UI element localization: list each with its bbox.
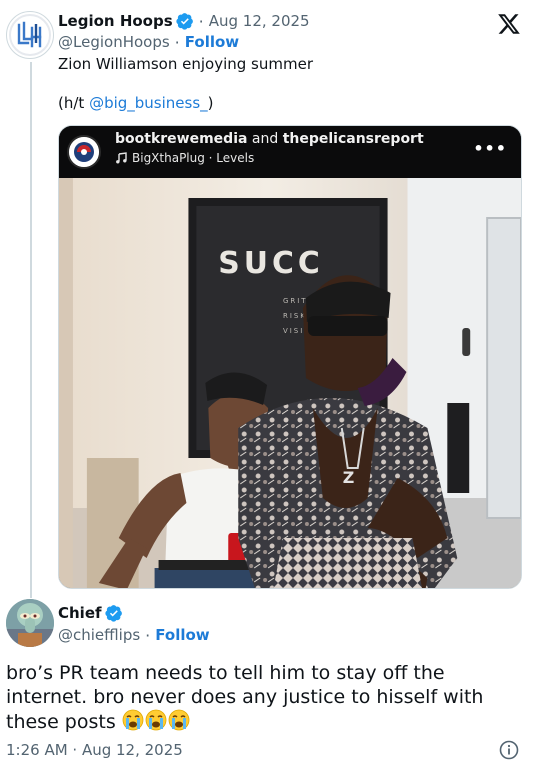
verified-badge-icon [104, 604, 123, 622]
crying-face-icon [168, 709, 190, 737]
chief-avatar[interactable] [6, 599, 54, 647]
tweet-text: Zion Williamson enjoying summer [58, 55, 313, 73]
parent-tweet-header: Legion Hoops · Aug 12, 2025 [58, 11, 310, 31]
credit-suffix: ) [207, 94, 214, 112]
author-name[interactable]: Legion Hoops [58, 12, 173, 30]
poster-word-1: GRIT [283, 297, 307, 305]
verified-badge-icon [176, 12, 194, 30]
author-handle[interactable]: @chiefflips [58, 626, 140, 644]
poster-word-3: VISI [283, 327, 304, 335]
crying-face-icon [122, 709, 144, 737]
separator-dot: · [198, 11, 204, 31]
squidward-avatar-icon [6, 599, 54, 647]
photo: SUCC GRIT RISK VISI Z [59, 178, 521, 588]
thread-connector-line [30, 62, 32, 598]
reply-handle-row: @chiefflips · Follow [58, 625, 210, 645]
reply-footer: 1:26 AM · Aug 12, 2025 [6, 740, 183, 760]
instagram-usernames: bootkrewemedia and thepelicansreport [115, 131, 424, 147]
instagram-user-2: thepelicansreport [282, 131, 424, 147]
author-name[interactable]: Chief [58, 604, 102, 622]
info-icon[interactable] [499, 740, 519, 760]
follow-button[interactable]: Follow [155, 626, 209, 644]
poster-word-success: SUCC [218, 246, 324, 281]
more-dots-icon: ••• [473, 139, 507, 158]
separator-dot: · [174, 32, 180, 52]
mention-link[interactable]: @big_business_ [89, 94, 208, 112]
instagram-audio: BigXthaPlug · Levels [115, 151, 254, 165]
svg-text:Z: Z [343, 468, 355, 487]
music-note-icon [116, 152, 127, 164]
instagram-avatar [67, 135, 101, 169]
reply-tweet-header: Chief [58, 603, 123, 623]
parent-handle-row: @LegionHoops · Follow [58, 32, 239, 52]
reply-text: bro’s PR team needs to tell him to stay … [6, 661, 526, 737]
legion-hoops-avatar[interactable] [6, 11, 54, 59]
tweet-media[interactable]: bootkrewemedia and thepelicansreport Big… [58, 125, 522, 589]
instagram-header-bar: bootkrewemedia and thepelicansreport Big… [59, 126, 521, 178]
credit-prefix: (h/t [58, 94, 90, 112]
author-handle[interactable]: @LegionHoops [58, 33, 170, 51]
crying-face-icon [145, 709, 167, 737]
follow-button[interactable]: Follow [185, 33, 239, 51]
reply-body: bro’s PR team needs to tell him to stay … [6, 662, 484, 733]
instagram-user-1: bootkrewemedia [115, 131, 248, 147]
tweet-date[interactable]: Aug 12, 2025 [209, 12, 310, 30]
audio-label: BigXthaPlug · Levels [132, 151, 255, 165]
separator-dot: · [145, 625, 151, 645]
reply-timestamp[interactable]: 1:26 AM · Aug 12, 2025 [6, 741, 183, 759]
credit-line: (h/t @big_business_) [58, 93, 214, 113]
x-logo-icon[interactable] [497, 12, 521, 36]
instagram-and: and [247, 131, 283, 147]
